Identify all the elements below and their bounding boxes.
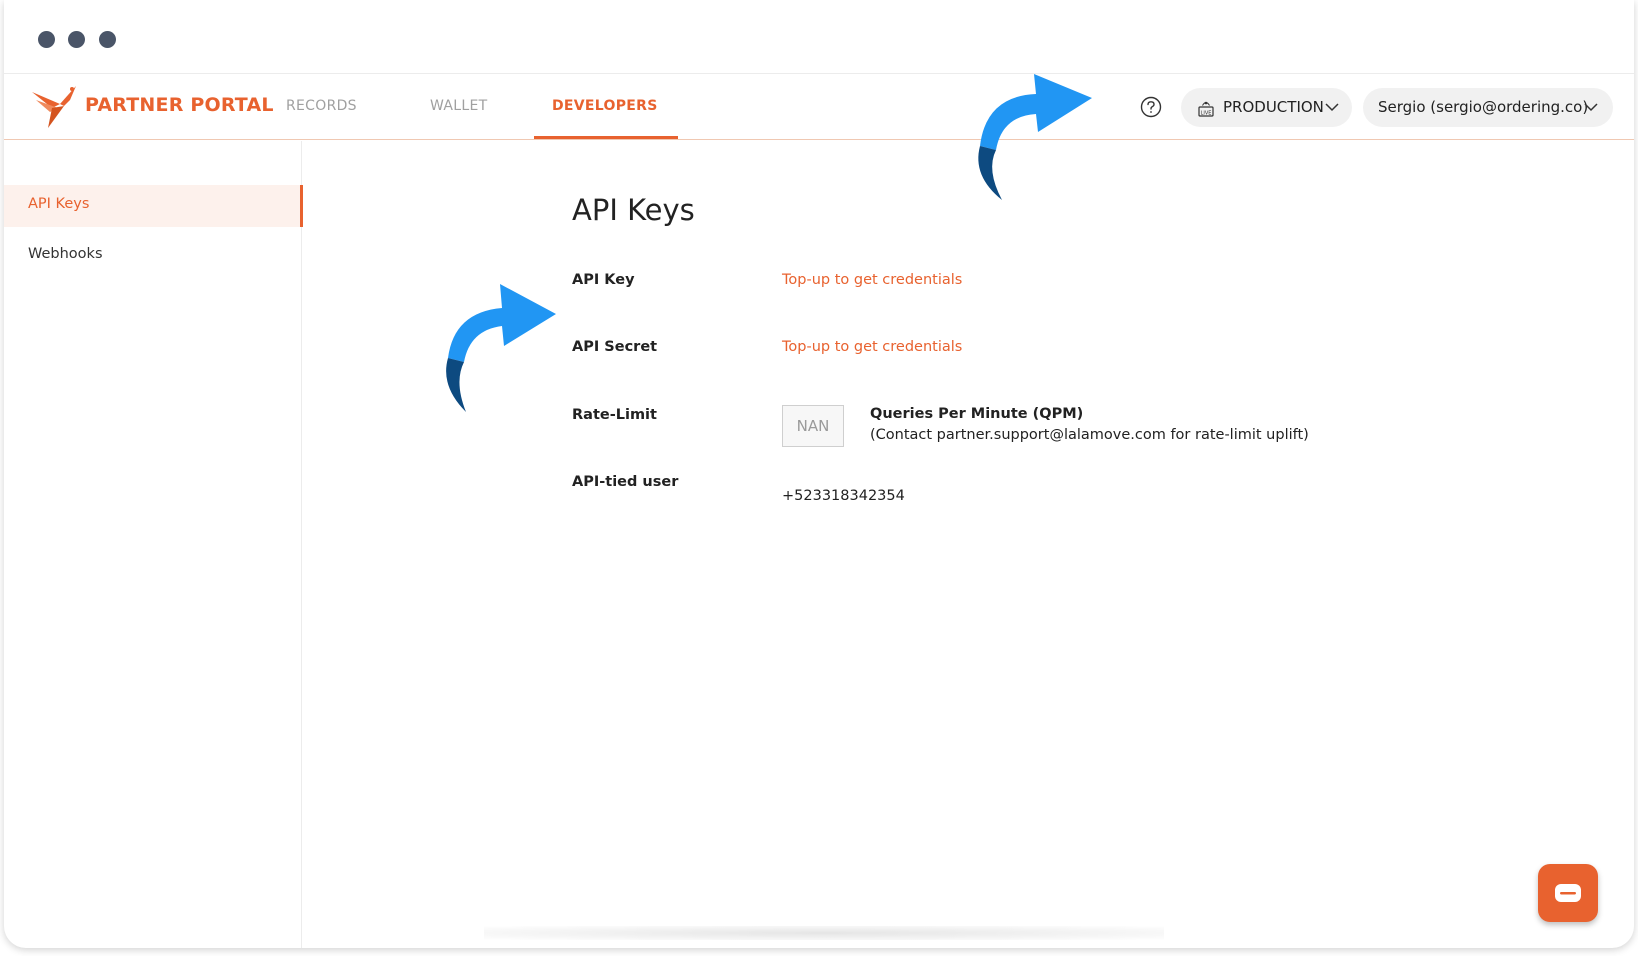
sidebar-item-api-keys[interactable]: API Keys	[4, 185, 303, 227]
sidebar-item-label: API Keys	[28, 196, 90, 212]
tab-records[interactable]: RECORDS	[286, 98, 357, 114]
user-menu-dropdown[interactable]: Sergio (sergio@ordering.co)	[1363, 88, 1613, 127]
sidebar: API Keys Webhooks	[4, 141, 303, 948]
title-bar	[4, 0, 1634, 74]
window-maximize-button[interactable]	[99, 31, 116, 48]
sidebar-item-webhooks[interactable]: Webhooks	[4, 235, 302, 277]
chat-bubble-icon	[1555, 884, 1581, 902]
main-content: API Keys API Key Top-up to get credentia…	[302, 141, 1634, 948]
tab-developers[interactable]: DEVELOPERS	[552, 98, 658, 114]
rate-limit-note: (Contact partner.support@lalamove.com fo…	[870, 427, 1309, 443]
chat-support-button[interactable]	[1538, 864, 1598, 922]
app-window: PARTNER PORTAL RECORDS WALLET DEVELOPERS…	[4, 0, 1634, 948]
api-secret-label: API Secret	[572, 339, 658, 355]
environment-dropdown[interactable]: LIVE PRODUCTION	[1181, 88, 1352, 127]
api-tied-user-value: +523318342354	[782, 488, 905, 504]
annotation-arrow-icon	[446, 284, 556, 412]
rate-limit-unit: Queries Per Minute (QPM)	[870, 406, 1084, 422]
api-tied-user-label: API-tied user	[572, 474, 679, 490]
user-label: Sergio (sergio@ordering.co)	[1378, 98, 1589, 116]
api-secret-topup-link[interactable]: Top-up to get credentials	[782, 339, 962, 355]
annotation-arrow-icon	[978, 74, 1092, 200]
window-minimize-button[interactable]	[68, 31, 85, 48]
live-broadcast-icon: LIVE	[1198, 101, 1214, 117]
rate-limit-value-box: NAN	[782, 405, 844, 447]
rate-limit-label: Rate-Limit	[572, 407, 657, 423]
api-key-label: API Key	[572, 272, 635, 288]
sidebar-item-label: Webhooks	[28, 246, 103, 262]
hummingbird-logo-icon[interactable]	[30, 82, 80, 130]
page-title: API Keys	[572, 193, 695, 227]
brand-name[interactable]: PARTNER PORTAL	[85, 94, 274, 116]
chevron-down-icon	[1325, 103, 1339, 112]
active-tab-indicator	[534, 136, 678, 139]
top-navbar: PARTNER PORTAL RECORDS WALLET DEVELOPERS…	[4, 74, 1634, 140]
window-close-button[interactable]	[38, 31, 55, 48]
scroll-shadow	[484, 926, 1164, 940]
question-circle-icon[interactable]	[1140, 96, 1162, 118]
svg-text:LIVE: LIVE	[1201, 111, 1212, 117]
environment-label: PRODUCTION	[1223, 98, 1324, 116]
tab-wallet[interactable]: WALLET	[430, 98, 487, 114]
chevron-down-icon	[1584, 103, 1598, 112]
api-key-topup-link[interactable]: Top-up to get credentials	[782, 272, 962, 288]
